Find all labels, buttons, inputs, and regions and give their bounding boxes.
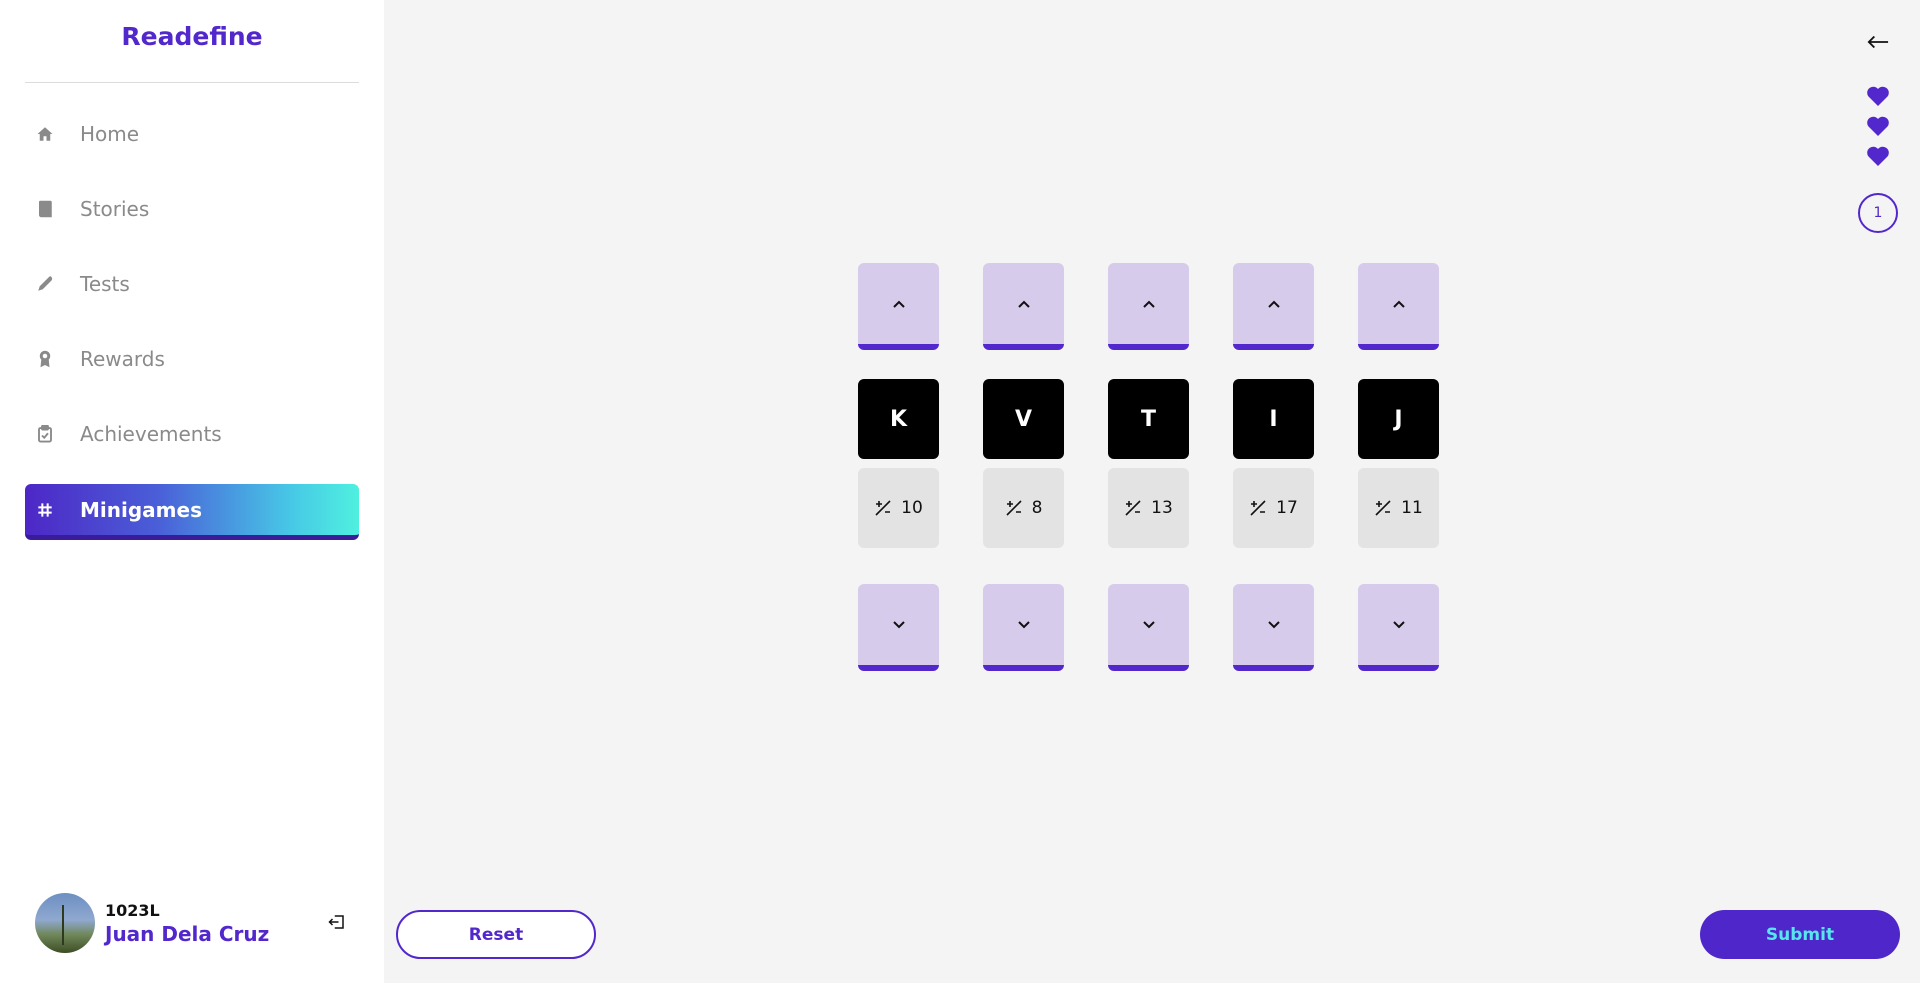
sidebar-item-minigames[interactable]: Minigames xyxy=(25,484,359,540)
plus-minus-icon xyxy=(1124,499,1142,517)
book-icon xyxy=(35,199,55,219)
heart-icon xyxy=(1866,145,1890,169)
heart-icon xyxy=(1866,115,1890,139)
brand-logo[interactable]: Readefine xyxy=(0,22,384,51)
sidebar-item-label: Achievements xyxy=(80,422,222,446)
increment-button[interactable] xyxy=(858,263,939,350)
user-name: Juan Dela Cruz xyxy=(105,921,270,946)
shift-value: 11 xyxy=(1358,468,1439,548)
sidebar-item-label: Home xyxy=(80,122,140,146)
letter-tile: K xyxy=(858,379,939,459)
clipboard-check-icon xyxy=(35,424,55,444)
grid-icon xyxy=(35,500,55,520)
letter-tile: I xyxy=(1233,379,1314,459)
plus-minus-icon xyxy=(1249,499,1267,517)
increment-button[interactable] xyxy=(983,263,1064,350)
plus-minus-icon xyxy=(1005,499,1023,517)
sidebar-item-label: Tests xyxy=(80,272,130,296)
shift-value: 8 xyxy=(983,468,1064,548)
reset-button[interactable]: Reset xyxy=(396,910,596,959)
plus-minus-icon xyxy=(874,499,892,517)
letter-tile: T xyxy=(1108,379,1189,459)
sidebar-item-achievements[interactable]: Achievements xyxy=(25,408,359,460)
award-icon xyxy=(35,349,55,369)
decrement-button[interactable] xyxy=(1108,584,1189,671)
divider xyxy=(25,82,359,83)
decrement-button[interactable] xyxy=(858,584,939,671)
sidebar-item-stories[interactable]: Stories xyxy=(25,183,359,235)
sidebar-item-home[interactable]: Home xyxy=(25,108,359,160)
letter-tile: V xyxy=(983,379,1064,459)
avatar xyxy=(35,893,95,953)
logout-icon[interactable] xyxy=(325,910,349,934)
shift-value: 13 xyxy=(1108,468,1189,548)
user-id: 1023L xyxy=(105,900,160,920)
sidebar: Readefine Home Stories Tests Rewards Ach… xyxy=(0,0,384,983)
decrement-button[interactable] xyxy=(1358,584,1439,671)
shift-value: 10 xyxy=(858,468,939,548)
back-arrow-icon[interactable] xyxy=(1864,28,1892,56)
sidebar-item-tests[interactable]: Tests xyxy=(25,258,359,310)
home-icon xyxy=(35,124,55,144)
increment-button[interactable] xyxy=(1233,263,1314,350)
sidebar-item-rewards[interactable]: Rewards xyxy=(25,333,359,385)
plus-minus-icon xyxy=(1374,499,1392,517)
shift-number: 10 xyxy=(901,498,923,518)
sidebar-item-label: Stories xyxy=(80,197,150,221)
sidebar-item-label: Minigames xyxy=(80,497,202,522)
shift-number: 8 xyxy=(1031,498,1043,518)
heart-icon xyxy=(1866,85,1890,109)
pen-icon xyxy=(35,274,55,294)
shift-value: 17 xyxy=(1233,468,1314,548)
round-indicator: 1 xyxy=(1858,193,1898,233)
submit-button[interactable]: Submit xyxy=(1700,910,1900,959)
decrement-button[interactable] xyxy=(1233,584,1314,671)
user-profile[interactable]: 1023L Juan Dela Cruz xyxy=(35,893,269,953)
shift-number: 13 xyxy=(1151,498,1173,518)
sidebar-item-label: Rewards xyxy=(80,347,165,371)
letter-tile: J xyxy=(1358,379,1439,459)
decrement-button[interactable] xyxy=(983,584,1064,671)
shift-number: 11 xyxy=(1401,498,1423,518)
shift-number: 17 xyxy=(1276,498,1298,518)
increment-button[interactable] xyxy=(1108,263,1189,350)
increment-button[interactable] xyxy=(1358,263,1439,350)
